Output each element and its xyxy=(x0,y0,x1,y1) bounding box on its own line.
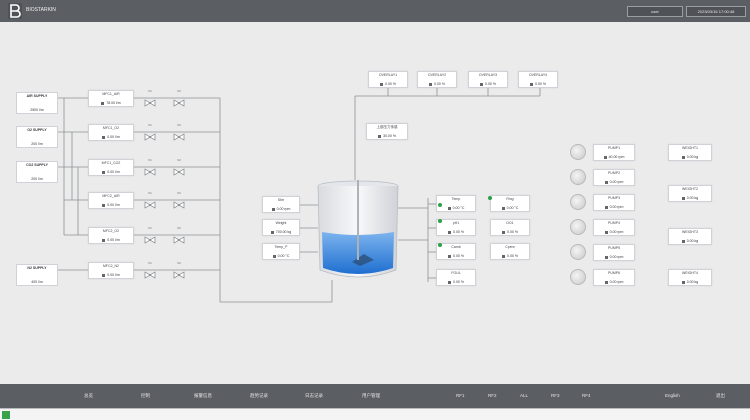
nav-overview[interactable]: 总览 xyxy=(84,393,93,399)
sensor-foul[interactable]: FOUL 0.00 % xyxy=(436,269,476,286)
valve-icon[interactable]: V1 xyxy=(144,123,156,141)
valve-label: V1 xyxy=(148,226,152,230)
sensor-temp[interactable]: Temp 0.00 °C xyxy=(436,195,476,212)
tab-rf4[interactable]: RF4 xyxy=(582,393,591,398)
valve-icon[interactable]: V1 xyxy=(144,191,156,209)
valve-icon[interactable]: V2 xyxy=(173,123,185,141)
valve-icon[interactable]: V2 xyxy=(173,89,185,107)
valve-label: V1 xyxy=(148,261,152,265)
pump2-readout[interactable]: PUMP2 0.00 rpm xyxy=(593,169,635,186)
overlay2-readout[interactable]: OVERLAY2 0.00 % xyxy=(417,71,457,88)
valve-label: V2 xyxy=(177,191,181,195)
overlay4-readout[interactable]: OVERLAY4 0.00 % xyxy=(518,71,558,88)
valve-icon[interactable]: V2 xyxy=(173,158,185,176)
weight1-readout[interactable]: WEIGHT1 0.00 kg xyxy=(668,144,712,161)
pump3-icon[interactable] xyxy=(570,194,586,210)
scada-screen: BIOSTARKIN user 2023/03/16 17:00:48 AIR … xyxy=(0,0,750,420)
pump4-icon[interactable] xyxy=(570,219,586,235)
status-dot-icon xyxy=(438,243,442,247)
overlay3-readout[interactable]: OVERLAY3 0.00 % xyxy=(468,71,508,88)
valve-icon[interactable]: V1 xyxy=(144,226,156,244)
pump6-readout[interactable]: PUMP6 0.00 rpm xyxy=(593,269,635,286)
pump1-readout[interactable]: PUMP1 40.00 rpm xyxy=(593,144,635,161)
weight-readout[interactable]: Weight 700.00 kg xyxy=(262,219,300,236)
valve-label: V1 xyxy=(148,191,152,195)
valve-label: V1 xyxy=(148,89,152,93)
pump5-icon[interactable] xyxy=(570,244,586,260)
pump6-icon[interactable] xyxy=(570,269,586,285)
valve-label: V2 xyxy=(177,123,181,127)
stirr-readout[interactable]: Stirr 0.00 rpm xyxy=(262,196,300,213)
exit-button[interactable]: 退出 xyxy=(716,393,725,399)
status-dot-icon xyxy=(438,219,442,223)
temp-p-readout[interactable]: Temp_P 0.00 °C xyxy=(262,243,300,260)
language-button[interactable]: English xyxy=(665,393,680,398)
valve-icon[interactable]: V2 xyxy=(173,226,185,244)
valve-label: V2 xyxy=(177,89,181,93)
sensor-cpenr[interactable]: Cpenr 0.00 % xyxy=(490,243,530,260)
tab-rf3[interactable]: RF3 xyxy=(551,393,560,398)
tab-all[interactable]: ALL xyxy=(520,393,528,398)
weight4-readout[interactable]: WEIGHT4 0.00 kg xyxy=(668,269,712,286)
valve-icon[interactable]: V2 xyxy=(173,191,185,209)
valve-label: V1 xyxy=(148,158,152,162)
nav-trends[interactable]: 趋势记录 xyxy=(250,393,268,399)
sensor-ph1[interactable]: pH1 0.00 % xyxy=(436,219,476,236)
valve-icon[interactable]: V1 xyxy=(144,158,156,176)
pump3-readout[interactable]: PUMP3 0.00 rpm xyxy=(593,194,635,211)
pump1-icon[interactable] xyxy=(570,144,586,160)
weight3-readout[interactable]: WEIGHT3 0.00 kg xyxy=(668,228,712,245)
sensor-do1[interactable]: DO1 0.00 % xyxy=(490,219,530,236)
overlay1-readout[interactable]: OVERLAY1 0.00 % xyxy=(368,71,408,88)
valve-label: V2 xyxy=(177,261,181,265)
valve-label: V2 xyxy=(177,226,181,230)
valve-icon[interactable]: V1 xyxy=(144,89,156,107)
weight2-readout[interactable]: WEIGHT2 0.00 kg xyxy=(668,185,712,202)
pump5-readout[interactable]: PUMP5 0.00 rpm xyxy=(593,244,635,261)
status-dot-icon xyxy=(488,196,492,200)
nav-logs[interactable]: 日志记录 xyxy=(305,393,323,399)
pressure-readout[interactable]: 上部压力传感 30.00 % xyxy=(366,123,408,140)
pump2-icon[interactable] xyxy=(570,169,586,185)
nav-users[interactable]: 用户管理 xyxy=(362,393,380,399)
status-dot-icon xyxy=(438,203,442,207)
tab-rf1[interactable]: RF1 xyxy=(456,393,465,398)
nav-alarms[interactable]: 报警信息 xyxy=(194,393,212,399)
pump4-readout[interactable]: PUMP4 0.00 rpm xyxy=(593,219,635,236)
nav-control[interactable]: 控制 xyxy=(141,393,150,399)
status-bar xyxy=(0,408,750,420)
sensor-camb[interactable]: Camb 0.00 % xyxy=(436,243,476,260)
bioreactor-tank-icon[interactable] xyxy=(316,180,400,282)
bottom-nav: 总览 控制 报警信息 趋势记录 日志记录 用户管理 RF1 RF2 ALL RF… xyxy=(0,384,750,408)
connection-status-icon xyxy=(2,411,10,419)
tab-rf2[interactable]: RF2 xyxy=(488,393,497,398)
valve-label: V1 xyxy=(148,123,152,127)
valve-icon[interactable]: V1 xyxy=(144,261,156,279)
valve-label: V2 xyxy=(177,158,181,162)
sensor-ring[interactable]: Ring 0.00 °C xyxy=(490,195,530,212)
valve-icon[interactable]: V2 xyxy=(173,261,185,279)
